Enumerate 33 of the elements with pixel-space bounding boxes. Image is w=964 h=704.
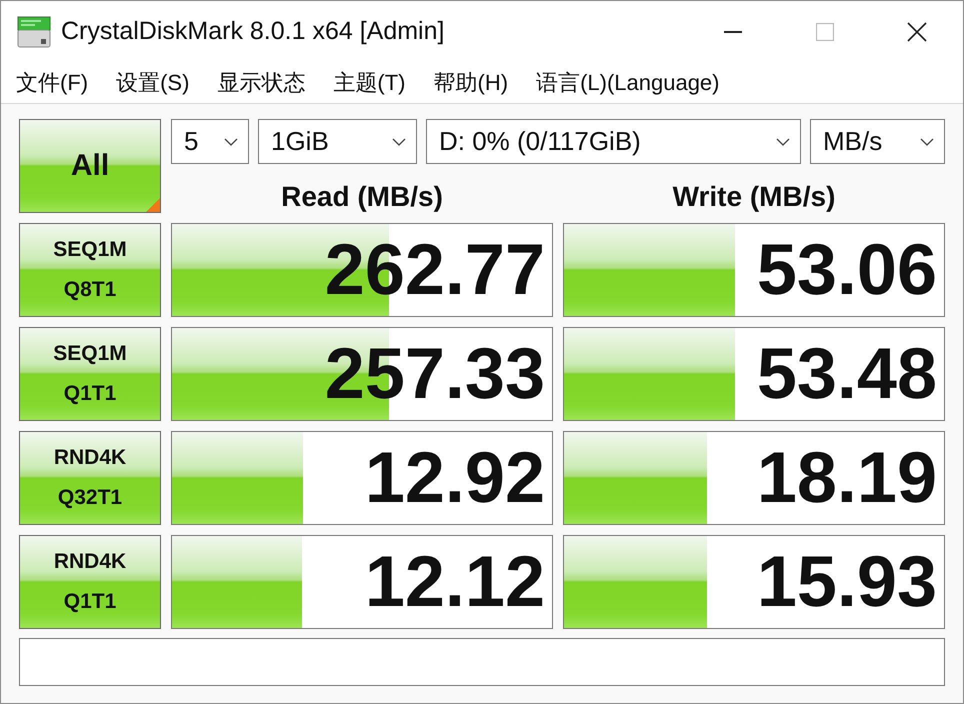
- unit-dropdown[interactable]: MB/s: [810, 119, 945, 164]
- menu-item[interactable]: 设置(S): [102, 64, 204, 100]
- test-button[interactable]: RND4K Q1T1: [19, 535, 161, 629]
- chevron-down-icon: [776, 138, 790, 146]
- read-value: 12.12: [364, 546, 545, 618]
- test-button[interactable]: SEQ1M Q1T1: [19, 327, 161, 421]
- window-title: CrystalDiskMark 8.0.1 x64 [Admin]: [61, 17, 446, 46]
- menu-item[interactable]: 文件(F): [2, 64, 102, 100]
- drive-icon: [17, 16, 51, 48]
- column-header: Write (MB/s): [672, 180, 836, 213]
- write-value: 53.48: [756, 338, 937, 410]
- close-icon: [907, 22, 927, 42]
- read-value: 262.77: [324, 234, 545, 306]
- read-value: 12.92: [364, 442, 545, 514]
- write-value: 15.93: [756, 546, 937, 618]
- corner-triangle-icon: [146, 198, 160, 212]
- write-value: 53.06: [756, 234, 937, 306]
- chevron-down-icon: [920, 138, 934, 146]
- test-button[interactable]: RND4K Q32T1: [19, 431, 161, 525]
- count-dropdown[interactable]: 5: [171, 119, 249, 164]
- minimize-icon: [724, 30, 742, 32]
- menu-item[interactable]: 语言(L)(Language): [522, 64, 734, 100]
- menu-item[interactable]: 帮助(H): [420, 64, 522, 100]
- test-button[interactable]: SEQ1M Q8T1: [19, 223, 161, 317]
- menu-item[interactable]: 显示状态: [203, 64, 320, 100]
- write-value: 18.19: [756, 442, 937, 514]
- chevron-down-icon: [224, 138, 238, 146]
- drive-dropdown[interactable]: D: 0% (0/117GiB): [426, 119, 801, 164]
- read-value: 257.33: [324, 338, 545, 410]
- menu-item[interactable]: 主题(T): [319, 64, 420, 100]
- size-dropdown[interactable]: 1GiB: [258, 119, 417, 164]
- chevron-down-icon: [392, 138, 406, 146]
- column-header: Read (MB/s): [280, 180, 444, 213]
